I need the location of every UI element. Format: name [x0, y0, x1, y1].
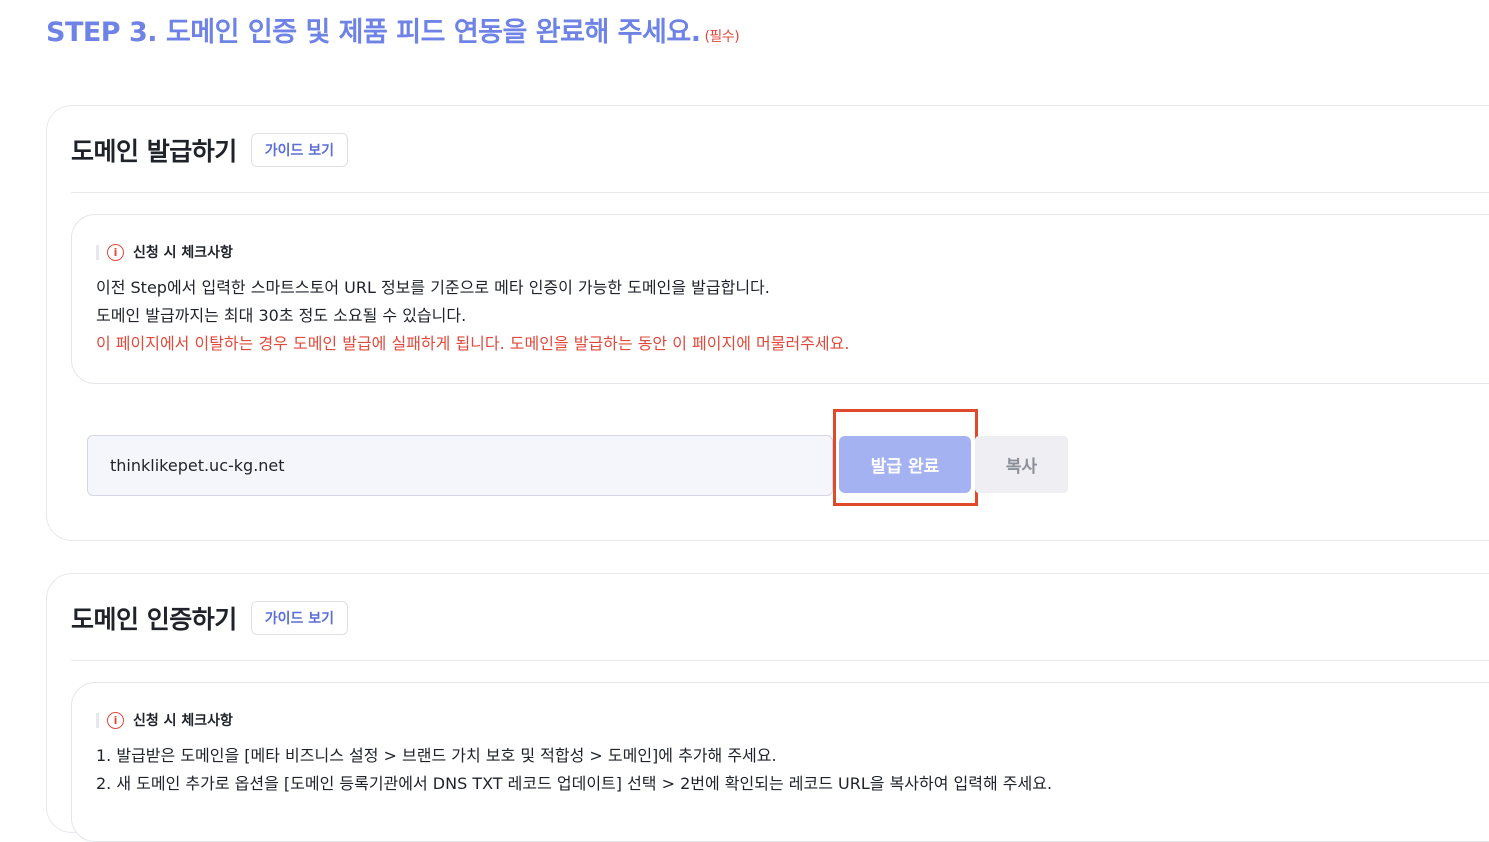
domain-issue-card: 도메인 발급하기 가이드 보기 i 신청 시 체크사항 이전 Step에서 입력…	[46, 105, 1489, 541]
notice-lines: 1. 발급받은 도메인을 [메타 비즈니스 설정 > 브랜드 가치 보호 및 적…	[96, 742, 1052, 798]
notice-label: 신청 시 체크사항	[133, 245, 233, 261]
guide-button[interactable]: 가이드 보기	[250, 601, 348, 635]
copy-button[interactable]: 복사	[975, 436, 1068, 493]
step-title: STEP 3. 도메인 인증 및 제품 피드 연동을 완료해 주세요. (필수)	[46, 10, 740, 49]
notice-lines: 이전 Step에서 입력한 스마트스토어 URL 정보를 기준으로 메타 인증이…	[96, 274, 849, 358]
notice-header: i 신청 시 체크사항	[96, 710, 233, 730]
notice-warning: 이 페이지에서 이탈하는 경우 도메인 발급에 실패하게 됩니다. 도메인을 발…	[96, 334, 850, 353]
notice-bar	[96, 712, 99, 728]
divider	[71, 660, 1489, 661]
step-title-text: STEP 3. 도메인 인증 및 제품 피드 연동을 완료해 주세요.	[46, 17, 701, 48]
domain-verify-card: 도메인 인증하기 가이드 보기 i 신청 시 체크사항 1. 발급받은 도메인을…	[46, 573, 1489, 842]
notice-line: 이전 Step에서 입력한 스마트스토어 URL 정보를 기준으로 메타 인증이…	[96, 278, 770, 297]
domain-issue-title: 도메인 발급하기	[71, 137, 237, 166]
issue-complete-button[interactable]: 발급 완료	[839, 436, 971, 493]
checklist-notice: i 신청 시 체크사항 이전 Step에서 입력한 스마트스토어 URL 정보를…	[71, 214, 1489, 384]
info-icon: i	[107, 243, 124, 261]
required-label: (필수)	[704, 29, 740, 45]
domain-verify-title: 도메인 인증하기	[71, 605, 237, 634]
notice-line: 1. 발급받은 도메인을 [메타 비즈니스 설정 > 브랜드 가치 보호 및 적…	[96, 746, 777, 765]
issued-domain-input[interactable]	[87, 435, 833, 496]
checklist-notice: i 신청 시 체크사항 1. 발급받은 도메인을 [메타 비즈니스 설정 > 브…	[71, 682, 1489, 842]
notice-line: 도메인 발급까지는 최대 30초 정도 소요될 수 있습니다.	[96, 306, 467, 325]
domain-issue-header: 도메인 발급하기 가이드 보기	[71, 132, 348, 168]
notice-line: 2. 새 도메인 추가로 옵션을 [도메인 등록기관에서 DNS TXT 레코드…	[96, 774, 1053, 793]
guide-button[interactable]: 가이드 보기	[250, 133, 348, 167]
notice-bar	[96, 244, 99, 260]
notice-label: 신청 시 체크사항	[133, 713, 233, 729]
domain-verify-header: 도메인 인증하기 가이드 보기	[71, 600, 348, 636]
info-icon: i	[107, 711, 124, 729]
notice-header: i 신청 시 체크사항	[96, 242, 233, 262]
divider	[71, 192, 1489, 193]
